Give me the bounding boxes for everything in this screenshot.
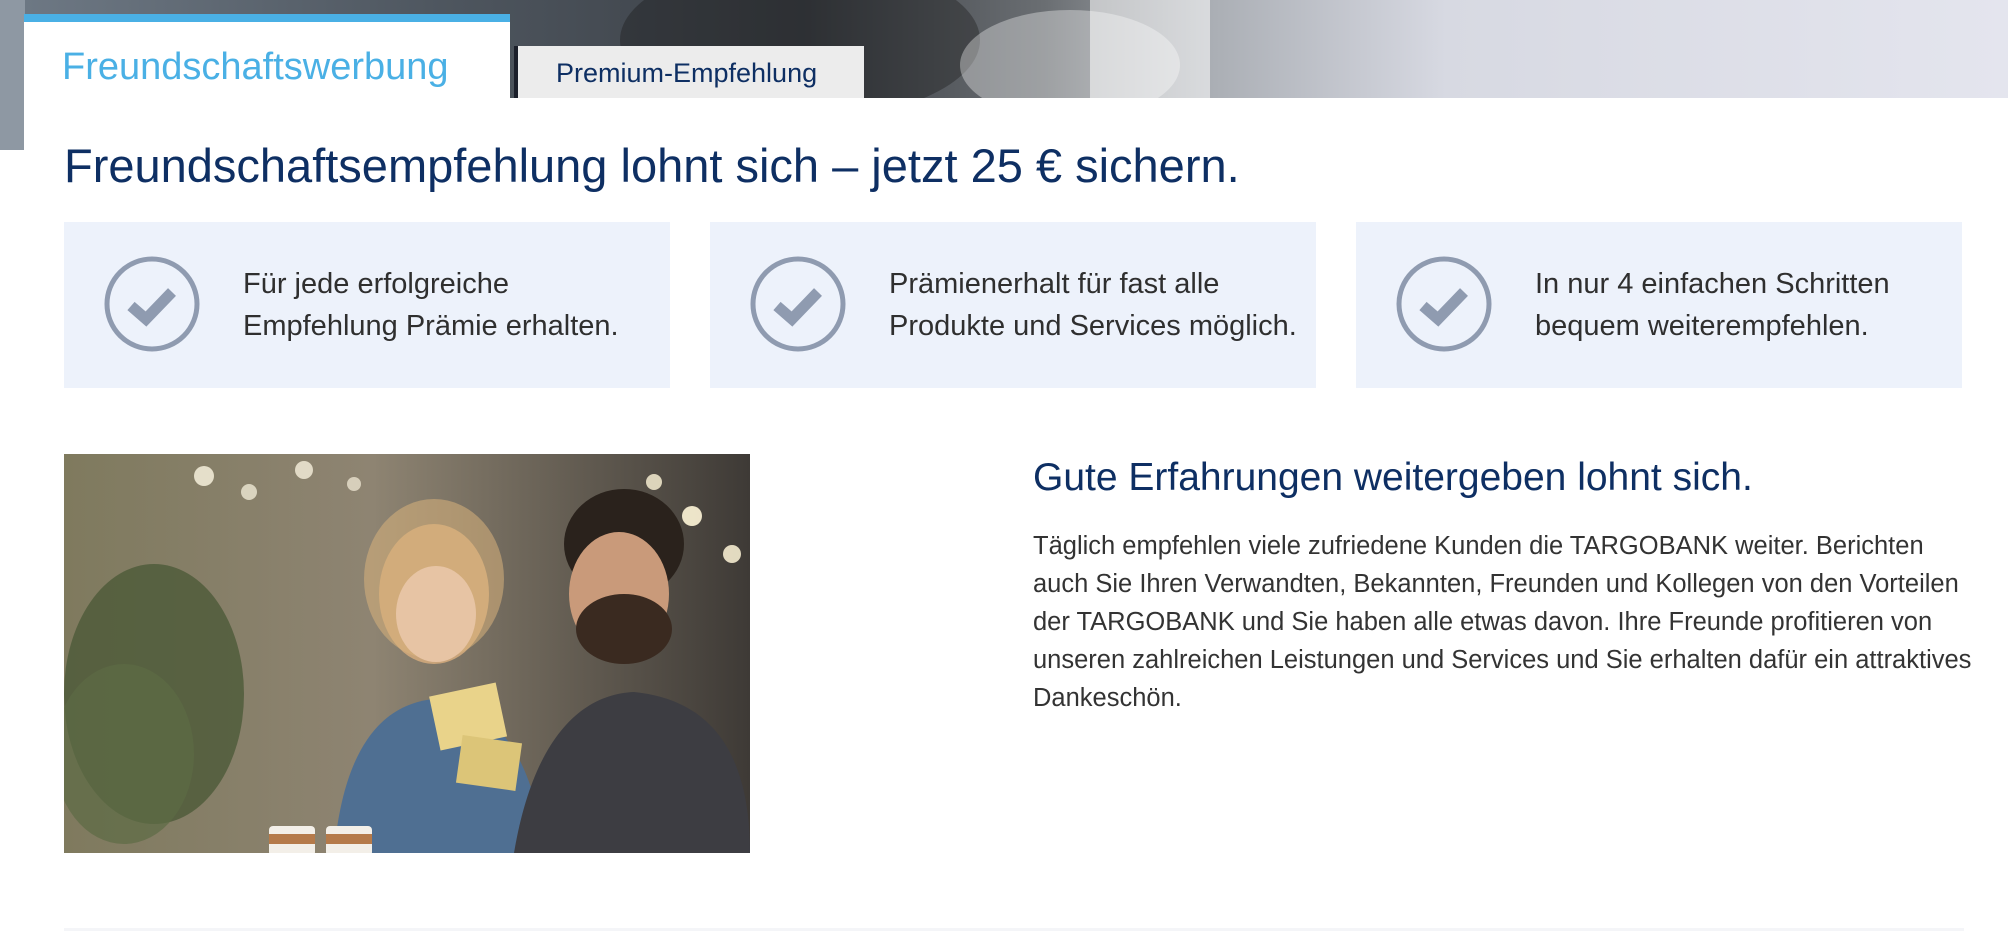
tab-freundschaftswerbung[interactable]: Freundschaftswerbung	[24, 14, 510, 100]
checkmark-icon	[1396, 256, 1492, 352]
section-title: Gute Erfahrungen weitergeben lohnt sich.	[1033, 456, 1753, 499]
checkmark-icon	[750, 256, 846, 352]
checkmark-icon	[104, 256, 200, 352]
divider	[64, 928, 1964, 931]
tab-label: Premium-Empfehlung	[556, 58, 818, 88]
page-headline: Freundschaftsempfehlung lohnt sich – jet…	[64, 139, 1240, 192]
feature-text: In nur 4 einfachen Schritten bequem weit…	[1535, 268, 1890, 342]
feature-box: In nur 4 einfachen Schritten bequem weit…	[1356, 222, 1962, 388]
feature-text: Für jede erfolgreiche Empfehlung Prämie …	[243, 268, 619, 342]
tab-premium-empfehlung[interactable]: Premium-Empfehlung	[514, 46, 864, 98]
section-body: Täglich empfehlen viele zufriedene Kunde…	[1033, 532, 1972, 712]
feature-box: Für jede erfolgreiche Empfehlung Prämie …	[64, 222, 670, 388]
hero-image-edge	[0, 0, 25, 150]
feature-box: Prämienerhalt für fast alle Produkte und…	[710, 222, 1316, 388]
tab-label: Freundschaftswerbung	[62, 46, 449, 88]
feature-text: Prämienerhalt für fast alle Produkte und…	[889, 268, 1297, 342]
couple-gift-photo	[64, 454, 750, 853]
